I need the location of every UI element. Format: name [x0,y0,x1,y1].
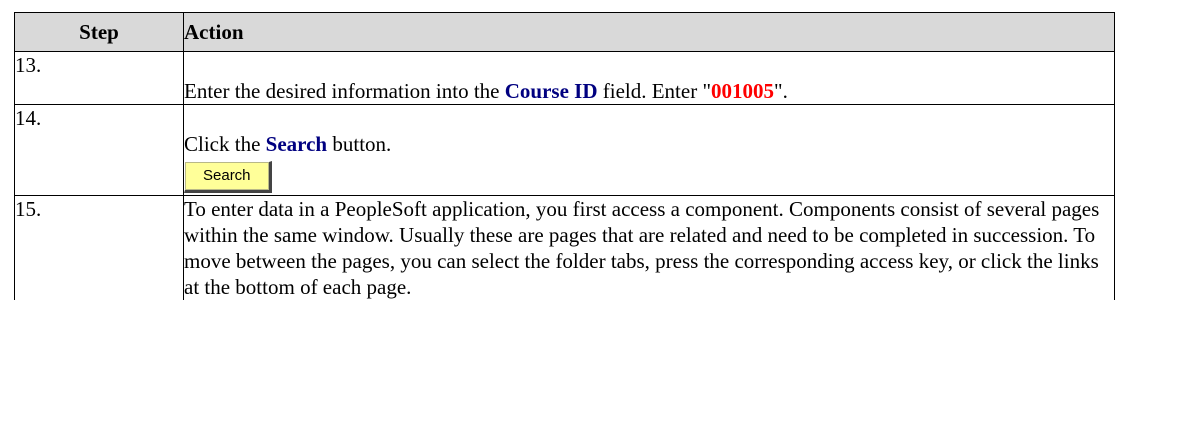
step-row-13: 13. Enter the desired information into t… [14,51,1115,105]
action-text: button. [327,132,392,156]
steps-table: Step Action 13. Enter the desired inform… [14,12,1115,300]
step-number: 13. [14,51,184,105]
step-row-14: 14. Click the Search button. Search [14,104,1115,196]
step-number: 14. [14,104,184,196]
action-cell: Enter the desired information into the C… [183,51,1115,105]
entered-value: 001005 [711,79,775,103]
search-button[interactable]: Search [184,161,272,193]
header-row: Step Action [14,12,1115,52]
button-name: Search [265,132,328,156]
action-cell: Click the Search button. Search [183,104,1115,196]
step-number: 15. [14,195,184,300]
action-text: Click the [184,132,266,156]
action-text: Enter the desired information into the [184,79,505,103]
step-column-header: Step [14,12,184,52]
step-row-15: 15. To enter data in a PeopleSoft applic… [14,195,1115,300]
action-text: ". [774,79,788,103]
action-column-header: Action [183,12,1115,52]
action-text: field. Enter " [597,79,712,103]
field-name: Course ID [504,79,598,103]
action-cell: To enter data in a PeopleSoft applicatio… [183,195,1115,300]
